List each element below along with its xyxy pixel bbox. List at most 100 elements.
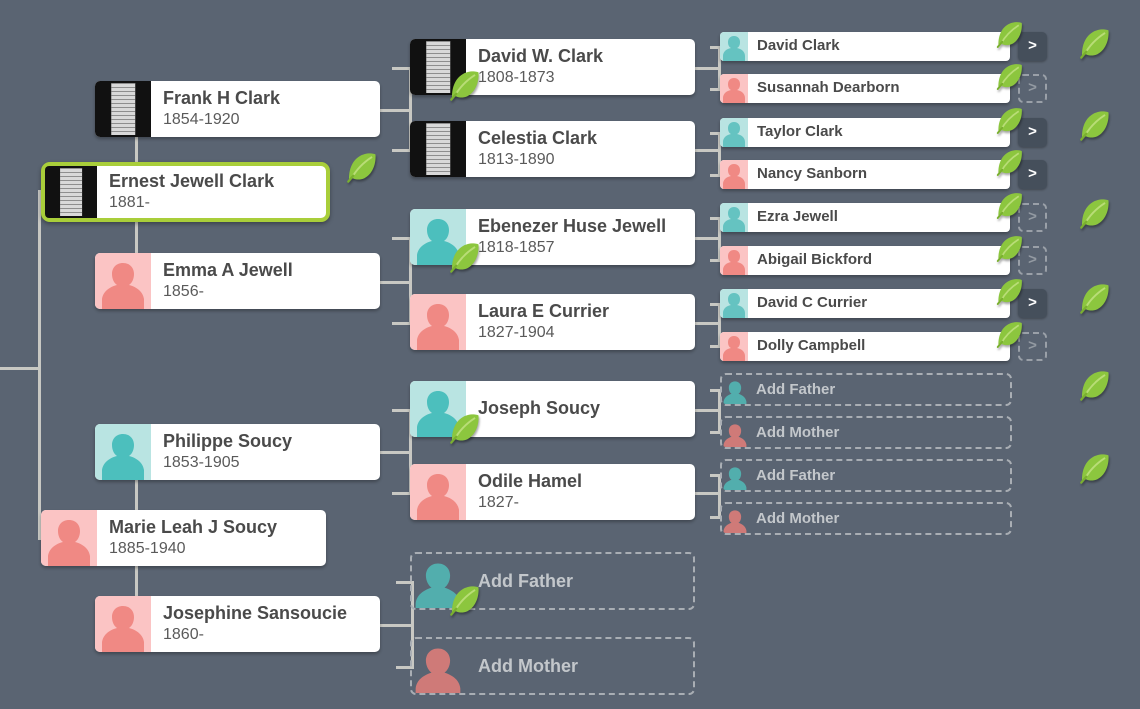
add-mother-label: Add Mother: [756, 424, 840, 441]
person-card-susannah-dearborn[interactable]: Susannah Dearborn: [720, 64, 1022, 103]
connector: [692, 492, 720, 495]
person-name: Josephine Sansoucie: [163, 603, 348, 624]
person-dates: 1818-1857: [478, 238, 555, 256]
chevron-right-icon: >: [1028, 208, 1037, 225]
person-card-abigail-bickford[interactable]: Abigail Bickford: [720, 236, 1022, 275]
person-dates: 1854-1920: [163, 110, 240, 128]
connector: [392, 237, 412, 240]
person-dates: 1827-1904: [478, 323, 555, 341]
leaf-hint-icon[interactable]: [344, 151, 378, 185]
connector: [692, 237, 720, 240]
avatar: [720, 332, 748, 361]
leaf-hint-icon[interactable]: [994, 320, 1024, 350]
person-card-taylor-clark[interactable]: Taylor Clark: [720, 108, 1022, 147]
connector: [392, 492, 412, 495]
person-dates: 1856-: [163, 282, 204, 300]
connector: [692, 67, 720, 70]
person-name: David W. Clark: [478, 46, 604, 67]
add-mother-label: Add Mother: [478, 655, 578, 676]
leaf-hint-icon[interactable]: [994, 20, 1024, 50]
add-father-label: Add Father: [756, 381, 836, 398]
person-dates: 1813-1890: [478, 150, 555, 168]
person-dates: 1808-1873: [478, 68, 555, 86]
person-name: Nancy Sanborn: [757, 165, 868, 183]
person-card-frank-h-clark[interactable]: Frank H Clark 1854-1920: [95, 71, 479, 137]
person-dates: 1885-1940: [109, 539, 186, 557]
person-card-laura-e-currier[interactable]: Laura E Currier 1827-1904: [410, 284, 1109, 350]
chevron-right-icon: >: [1028, 123, 1037, 140]
leaf-hint-icon[interactable]: [447, 584, 481, 618]
person-card-nancy-sanborn[interactable]: Nancy Sanborn: [720, 150, 1022, 189]
leaf-hint-icon[interactable]: [994, 191, 1024, 221]
leaf-hint-icon[interactable]: [447, 69, 481, 103]
person-card-celestia-clark[interactable]: Celestia Clark 1813-1890: [410, 111, 1109, 177]
leaf-hint-icon[interactable]: [994, 106, 1024, 136]
leaf-hint-icon[interactable]: [1077, 282, 1111, 316]
person-name: Marie Leah J Soucy: [109, 517, 278, 538]
avatar: [720, 203, 748, 232]
add-father-placeholder-joseph[interactable]: Add Father: [720, 373, 1012, 406]
person-card-emma-a-jewell[interactable]: Emma A Jewell 1856-: [95, 243, 479, 309]
leaf-hint-icon[interactable]: [1077, 27, 1111, 61]
connector: [378, 109, 412, 112]
document-thumbnail: [45, 166, 97, 218]
female-silhouette-icon: [412, 639, 464, 693]
leaf-hint-icon[interactable]: [1077, 452, 1111, 486]
leaf-hint-icon[interactable]: [994, 234, 1024, 264]
person-card-odile-hamel[interactable]: Odile Hamel 1827-: [410, 454, 1109, 520]
connector: [392, 322, 412, 325]
add-mother-placeholder-joseph[interactable]: Add Mother: [720, 416, 1012, 449]
avatar: [720, 118, 748, 147]
person-name: Dolly Campbell: [757, 337, 866, 355]
person-name: Odile Hamel: [478, 471, 583, 492]
avatar: [95, 253, 151, 309]
leaf-hint-icon[interactable]: [1077, 197, 1111, 231]
person-card-david-c-currier[interactable]: David C Currier: [720, 279, 1022, 318]
document-thumbnail: [95, 81, 151, 137]
person-card-josephine-sansoucie[interactable]: Josephine Sansoucie 1860-: [95, 586, 479, 652]
person-name: Ernest Jewell Clark: [109, 171, 275, 192]
leaf-hint-icon[interactable]: [447, 412, 481, 446]
person-card-philippe-soucy[interactable]: Philippe Soucy 1853-1905: [95, 414, 479, 480]
add-mother-label: Add Mother: [756, 510, 840, 527]
leaf-hint-icon[interactable]: [1077, 369, 1111, 403]
person-name: David C Currier: [757, 294, 868, 312]
add-father-label: Add Father: [478, 570, 574, 591]
person-name: Ezra Jewell: [757, 208, 838, 226]
connector: [38, 190, 41, 370]
connector: [692, 322, 720, 325]
avatar: [410, 294, 466, 350]
family-tree-canvas[interactable]: Frank H Clark 1854-1920 Ernest Jewell Cl…: [0, 0, 1140, 709]
person-card-david-clark[interactable]: David Clark: [720, 22, 1022, 61]
connector: [378, 281, 412, 284]
leaf-hint-icon[interactable]: [994, 148, 1024, 178]
document-thumbnail: [410, 121, 466, 177]
person-card-dolly-campbell[interactable]: Dolly Campbell: [720, 322, 1022, 361]
avatar: [720, 32, 748, 61]
add-father-placeholder-odile[interactable]: Add Father: [720, 459, 1012, 492]
connector: [378, 624, 414, 627]
avatar: [720, 74, 748, 103]
leaf-hint-icon[interactable]: [447, 241, 481, 275]
add-mother-placeholder-josephine[interactable]: Add Mother: [410, 637, 695, 695]
person-name: David Clark: [757, 37, 840, 55]
connector: [0, 367, 40, 370]
avatar: [41, 510, 97, 566]
person-name: Philippe Soucy: [163, 431, 293, 452]
chevron-right-icon: >: [1028, 294, 1037, 311]
leaf-hint-icon[interactable]: [1077, 109, 1111, 143]
person-name: Laura E Currier: [478, 301, 610, 322]
person-card-ernest-jewell-clark[interactable]: Ernest Jewell Clark 1881-: [41, 153, 376, 222]
person-name: Emma A Jewell: [163, 260, 293, 281]
leaf-hint-icon[interactable]: [994, 277, 1024, 307]
add-mother-placeholder-odile[interactable]: Add Mother: [720, 502, 1012, 535]
avatar: [95, 596, 151, 652]
avatar: [720, 160, 748, 189]
person-name: Celestia Clark: [478, 128, 598, 149]
person-card-marie-leah-j-soucy[interactable]: Marie Leah J Soucy 1885-1940: [41, 510, 326, 566]
female-silhouette-icon: [722, 504, 748, 533]
chevron-right-icon: >: [1028, 37, 1037, 54]
person-card-ezra-jewell[interactable]: Ezra Jewell: [720, 193, 1022, 232]
connector: [378, 451, 412, 454]
leaf-hint-icon[interactable]: [994, 62, 1024, 92]
